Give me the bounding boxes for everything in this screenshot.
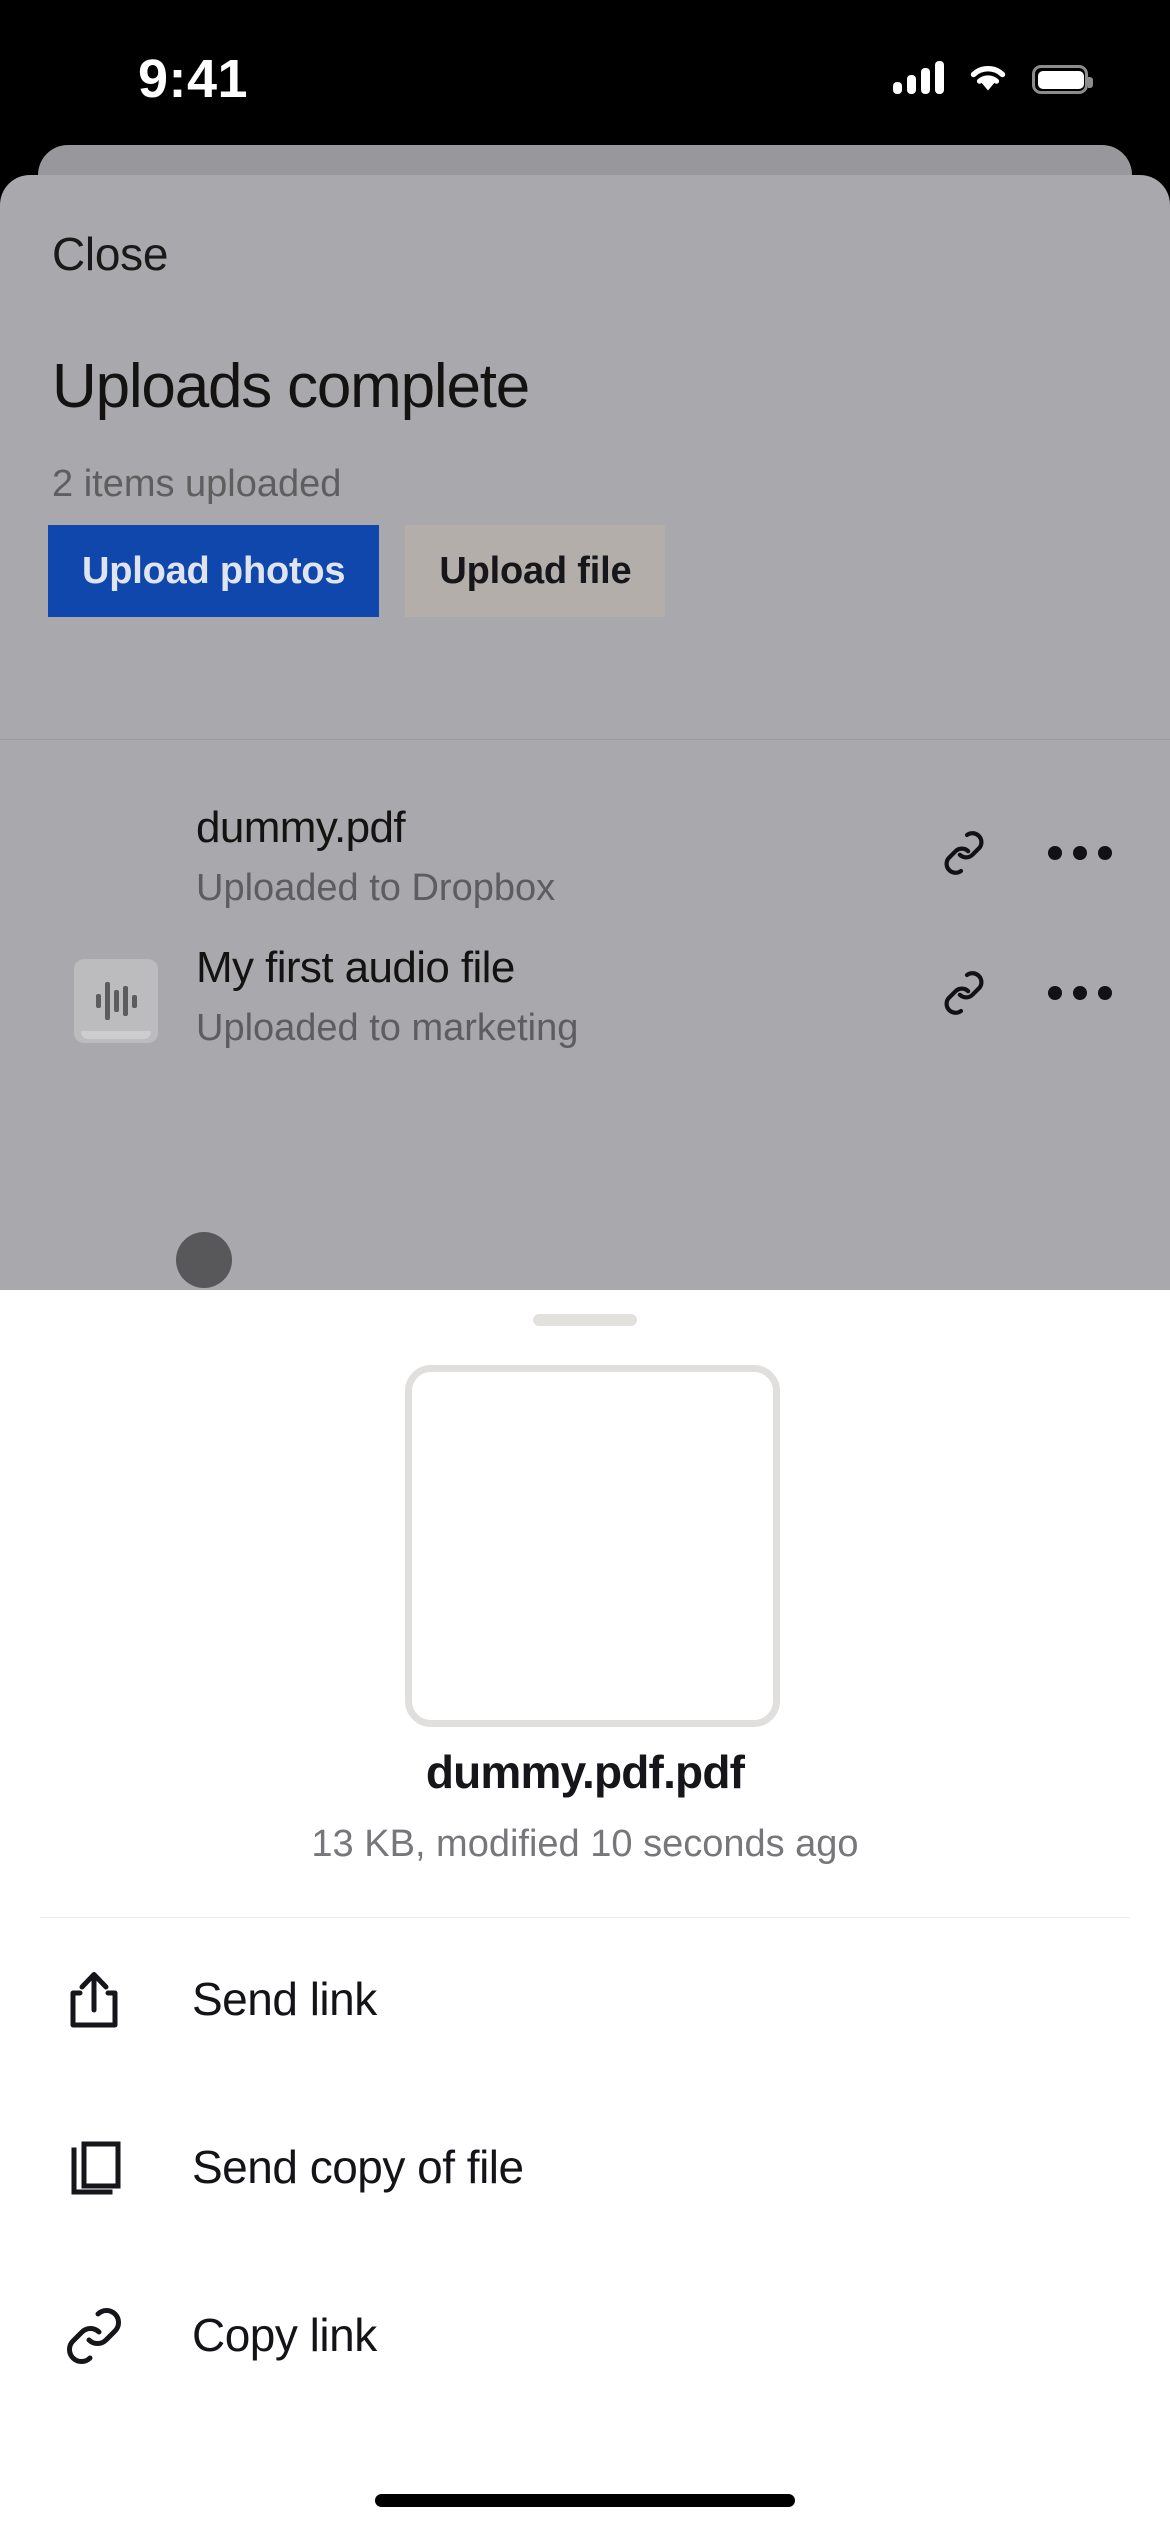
status-bar-time: 9:41 — [138, 49, 249, 109]
file-name: dummy.pdf — [196, 803, 406, 852]
preview-file-name: dummy.pdf.pdf — [425, 1746, 745, 1798]
file-status: Uploaded to marketing — [196, 1007, 579, 1049]
table-row[interactable]: dummy.pdf Uploaded to Dropbox — [0, 797, 1170, 927]
status-bar-indicators — [893, 52, 1093, 94]
action-list: Send link Send copy of file Copy link — [0, 1918, 1170, 2422]
divider — [0, 739, 1170, 740]
wifi-icon — [970, 66, 1006, 91]
action-send-copy-of-file[interactable]: Send copy of file — [0, 2086, 1170, 2254]
link-icon — [67, 2308, 121, 2364]
action-label: Send link — [192, 1973, 377, 2025]
more-ellipsis-icon[interactable] — [1048, 823, 1112, 883]
table-row[interactable]: My first audio file Uploaded to marketin… — [0, 937, 1170, 1067]
file-preview-placeholder — [405, 1365, 780, 1727]
more-ellipsis-icon[interactable] — [1048, 963, 1112, 1023]
upload-subtitle: 2 items uploaded — [52, 463, 342, 505]
home-indicator[interactable] — [375, 2494, 795, 2507]
file-row-actions — [942, 963, 1112, 1023]
action-label: Send copy of file — [192, 2141, 524, 2193]
thumbnail-lip — [81, 1031, 151, 1039]
upload-buttons: Upload photos Upload file — [48, 525, 666, 617]
cellular-signal-icon — [893, 60, 944, 94]
share-export-icon — [70, 1972, 118, 2028]
action-label: Copy link — [192, 2309, 377, 2361]
close-button[interactable]: Close — [52, 227, 168, 281]
link-icon[interactable] — [942, 827, 986, 879]
action-sheet: dummy.pdf.pdf 13 KB, modified 10 seconds… — [0, 1290, 1170, 2532]
battery-full-icon — [1032, 65, 1093, 94]
audio-waveform-thumbnail — [74, 959, 158, 1043]
action-copy-link[interactable]: Copy link — [0, 2254, 1170, 2422]
preview-file-meta: 13 KB, modified 10 seconds ago — [311, 1823, 859, 1865]
status-bar: 9:41 — [0, 0, 1170, 145]
upload-photos-button[interactable]: Upload photos — [48, 525, 380, 617]
file-name: My first audio file — [196, 943, 515, 992]
phone-screen: 9:41 Close Uploads complete 2 items uplo… — [0, 0, 1170, 2532]
page-title: Uploads complete — [52, 352, 530, 421]
touch-point — [176, 1232, 232, 1288]
link-icon[interactable] — [942, 967, 986, 1019]
upload-file-button[interactable]: Upload file — [405, 525, 666, 617]
action-send-link[interactable]: Send link — [0, 1918, 1170, 2086]
file-status: Uploaded to Dropbox — [196, 867, 556, 909]
file-row-actions — [942, 823, 1112, 883]
copy-duplicate-icon — [71, 2141, 121, 2195]
drag-handle[interactable] — [533, 1314, 637, 1326]
upload-sheet: Close Uploads complete 2 items uploaded … — [0, 175, 1170, 1290]
